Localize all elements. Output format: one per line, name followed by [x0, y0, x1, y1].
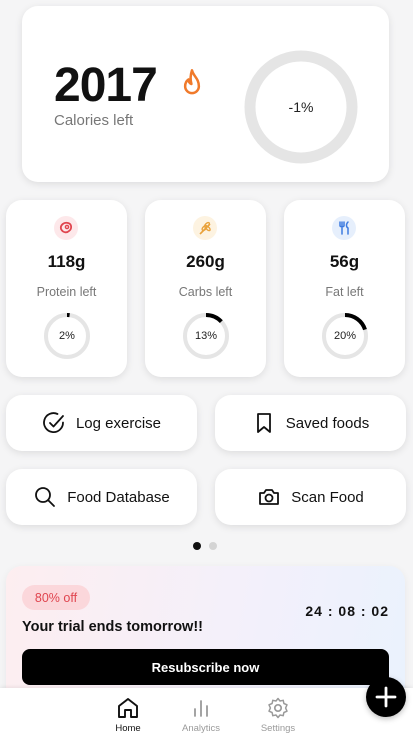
- protein-card[interactable]: 118g Protein left 2%: [6, 200, 127, 377]
- plus-icon: [375, 686, 397, 708]
- flame-icon: [183, 69, 201, 95]
- trial-banner: 80% off Your trial ends tomorrow!! 24 : …: [6, 566, 405, 706]
- search-icon: [35, 487, 56, 507]
- steak-icon: [54, 216, 78, 240]
- resubscribe-button[interactable]: Resubscribe now: [22, 649, 389, 685]
- carbs-value: 260g: [186, 252, 225, 271]
- page-indicator: [193, 542, 217, 550]
- log-exercise-label: Log exercise: [75, 414, 162, 432]
- nav-settings[interactable]: Settings: [248, 696, 308, 733]
- gear-icon: [268, 697, 288, 719]
- scan-food-button[interactable]: Scan Food: [215, 469, 406, 525]
- page-dot-1[interactable]: [193, 542, 201, 550]
- calories-left-value: 2017: [54, 59, 158, 112]
- bookmark-icon: [256, 413, 271, 433]
- protein-label: Protein left: [36, 285, 97, 299]
- log-exercise-button[interactable]: Log exercise: [6, 395, 197, 451]
- scan-food-label: Scan Food: [291, 488, 364, 506]
- carbs-label: Carbs left: [178, 285, 233, 299]
- food-database-button[interactable]: Food Database: [6, 469, 197, 525]
- page-dot-2[interactable]: [209, 542, 217, 550]
- fork-knife-icon: [332, 216, 356, 240]
- fat-label: Fat left: [325, 285, 364, 299]
- wheat-icon: [193, 216, 217, 240]
- calories-left-label: Calories left: [54, 112, 134, 129]
- camera-icon: [259, 489, 280, 505]
- check-circle-icon: [43, 412, 64, 434]
- protein-value: 118g: [47, 252, 86, 271]
- bottom-nav: Home Analytics Settings: [0, 688, 413, 733]
- trial-message: Your trial ends tomorrow!!: [22, 619, 203, 635]
- countdown-timer: 24 : 08 : 02: [305, 603, 389, 619]
- discount-badge: 80% off: [22, 585, 90, 610]
- protein-percent-text: 2%: [59, 330, 75, 342]
- nav-settings-label: Settings: [260, 723, 296, 733]
- nav-home[interactable]: Home: [98, 696, 158, 733]
- nav-analytics-label: Analytics: [181, 723, 220, 733]
- food-database-label: Food Database: [67, 488, 170, 506]
- carbs-card[interactable]: 260g Carbs left 13%: [145, 200, 266, 377]
- nav-home-label: Home: [115, 723, 141, 733]
- saved-foods-label: Saved foods: [285, 414, 370, 432]
- calories-percent-text: -1%: [288, 99, 314, 115]
- home-icon: [118, 698, 138, 718]
- saved-foods-button[interactable]: Saved foods: [215, 395, 406, 451]
- carbs-percent-text: 13%: [194, 330, 218, 342]
- bar-chart-icon: [194, 700, 208, 717]
- fat-percent-text: 20%: [333, 330, 357, 342]
- nav-analytics[interactable]: Analytics: [171, 696, 231, 733]
- fat-value: 56g: [329, 252, 360, 271]
- add-button[interactable]: [366, 677, 406, 717]
- calories-card[interactable]: 2017 Calories left -1%: [22, 6, 389, 182]
- fat-card[interactable]: 56g Fat left 20%: [284, 200, 405, 377]
